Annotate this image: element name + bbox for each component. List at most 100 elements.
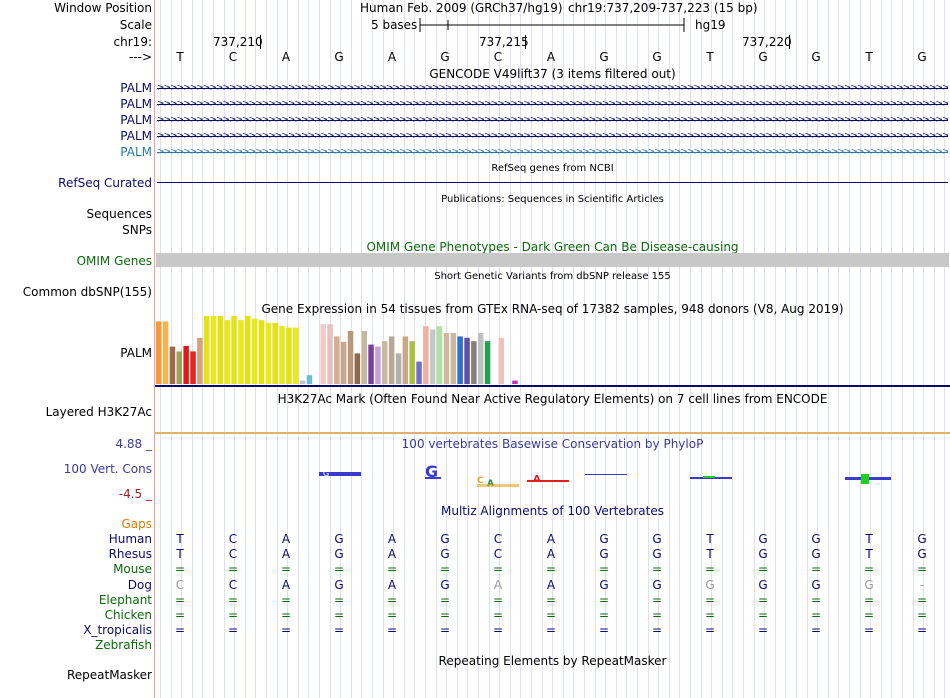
gtex-tissue-bar[interactable] — [477, 333, 484, 384]
omim-label[interactable]: OMIM Genes — [77, 254, 152, 268]
gtex-tissue-bar[interactable] — [347, 331, 354, 384]
gtex-track-title[interactable]: Gene Expression in 54 tissues from GTEx … — [155, 302, 950, 316]
gtex-tissue-bar[interactable] — [457, 336, 463, 384]
refseq-gene-line[interactable] — [157, 182, 948, 183]
gtex-tissue-bar[interactable] — [409, 341, 415, 384]
gtex-tissue-bar[interactable] — [224, 320, 231, 384]
gtex-bar-chart[interactable] — [155, 316, 950, 388]
gtex-tissue-bar[interactable] — [299, 380, 306, 384]
gtex-tissue-bar[interactable] — [162, 321, 169, 384]
species-label[interactable]: Zebrafish — [95, 638, 152, 652]
gtex-tissue-bar[interactable] — [231, 316, 237, 384]
species-label[interactable]: Human — [109, 532, 152, 546]
alignment-base: = — [810, 562, 822, 577]
gtex-tissue-bar[interactable] — [368, 344, 374, 384]
species-label[interactable]: Chicken — [105, 608, 152, 622]
gencode-track-title[interactable]: GENCODE V49lift37 (3 items filtered out) — [155, 67, 950, 81]
gtex-tissue-bar[interactable] — [334, 336, 340, 384]
omim-track-title[interactable]: OMIM Gene Phenotypes - Dark Green Can Be… — [155, 240, 950, 254]
gtex-tissue-bar[interactable] — [464, 337, 470, 384]
repeatmasker-label[interactable]: RepeatMasker — [67, 668, 152, 682]
alignment-base: = — [545, 623, 557, 638]
dbsnp-label[interactable]: Common dbSNP(155) — [23, 285, 152, 299]
gtex-tissue-bar[interactable] — [416, 361, 422, 384]
tick-label-1: 737,210 — [213, 35, 263, 49]
gtex-tissue-bar[interactable] — [402, 336, 409, 384]
gtex-tissue-bar[interactable] — [203, 316, 210, 384]
phylop-track-title[interactable]: 100 vertebrates Basewise Conservation by… — [155, 437, 950, 451]
gtex-tissue-bar[interactable] — [382, 341, 388, 384]
gtex-tissue-bar[interactable] — [498, 337, 505, 384]
position-readout[interactable]: chr19:737,209-737,223 (15 bp) — [568, 1, 758, 15]
gencode-transcript-label[interactable]: PALM — [120, 129, 152, 143]
gtex-tissue-bar[interactable] — [217, 316, 224, 384]
gtex-tissue-bar[interactable] — [340, 341, 347, 384]
omim-gene-bar[interactable] — [156, 253, 949, 267]
refseq-track-title[interactable]: RefSeq genes from NCBI — [155, 162, 950, 176]
alignment-base: = — [280, 562, 292, 577]
species-label[interactable]: Mouse — [113, 562, 152, 576]
gtex-tissue-bar[interactable] — [176, 351, 183, 384]
gtex-tissue-bar[interactable] — [190, 351, 196, 384]
gtex-tissue-bar[interactable] — [512, 380, 518, 384]
gtex-tissue-bar[interactable] — [388, 336, 395, 384]
gtex-tissue-bar[interactable] — [265, 322, 272, 384]
gtex-tissue-bar[interactable] — [430, 329, 436, 384]
strand-arrows: >>>>>>>>>>>>>>>>>>>>>>>>>>>>>>>>>>>>>>>>… — [157, 132, 948, 140]
gtex-tissue-bar[interactable] — [423, 326, 429, 384]
multiz-track-title[interactable]: Multiz Alignments of 100 Vertebrates — [155, 504, 950, 518]
species-label[interactable]: Dog — [128, 578, 152, 592]
gtex-tissue-bar[interactable] — [395, 353, 402, 384]
gtex-tissue-bar[interactable] — [450, 333, 457, 384]
gtex-tissue-bar[interactable] — [238, 320, 244, 384]
gtex-tissue-bar[interactable] — [361, 331, 368, 384]
gtex-tissue-bar[interactable] — [471, 341, 477, 384]
gtex-tissue-bar[interactable] — [327, 324, 333, 384]
gtex-tissue-bar[interactable] — [484, 341, 491, 384]
gtex-tissue-bar[interactable] — [156, 321, 162, 384]
gtex-label[interactable]: PALM — [120, 346, 152, 360]
gtex-tissue-bar[interactable] — [279, 326, 285, 384]
gencode-transcript-label[interactable]: PALM — [120, 145, 152, 159]
refseq-label[interactable]: RefSeq Curated — [58, 176, 152, 190]
gtex-tissue-bar[interactable] — [258, 320, 265, 384]
gtex-tissue-bar[interactable] — [375, 346, 381, 384]
alignment-base: = — [651, 608, 663, 622]
gtex-tissue-bar[interactable] — [306, 375, 313, 384]
gencode-transcript-label[interactable]: PALM — [120, 81, 152, 95]
gtex-tissue-bar[interactable] — [210, 316, 217, 384]
gtex-tissue-bar[interactable] — [436, 326, 443, 384]
species-label[interactable]: X_tropicalis — [83, 623, 152, 637]
gtex-tissue-bar[interactable] — [443, 333, 450, 384]
dbsnp-track-title[interactable]: Short Genetic Variants from dbSNP releas… — [155, 270, 950, 284]
gtex-tissue-bar[interactable] — [272, 322, 278, 384]
alignment-base: = — [280, 608, 292, 622]
species-label[interactable]: Rhesus — [109, 547, 152, 561]
gtex-tissue-bar[interactable] — [320, 324, 326, 384]
alignment-base: = — [333, 562, 345, 577]
species-label[interactable]: Elephant — [99, 593, 152, 607]
alignment-base: = — [704, 623, 716, 638]
gencode-transcript-label[interactable]: PALM — [120, 97, 152, 111]
gtex-tissue-bar[interactable] — [169, 346, 176, 384]
sequences-label[interactable]: Sequences — [87, 207, 152, 221]
gtex-tissue-bar[interactable] — [251, 318, 258, 384]
reference-base: A — [387, 50, 397, 64]
gtex-tissue-bar[interactable] — [183, 345, 189, 384]
publications-track-title[interactable]: Publications: Sequences in Scientific Ar… — [155, 193, 950, 207]
gtex-tissue-bar[interactable] — [245, 316, 251, 384]
alignment-base: = — [280, 623, 292, 638]
h3k27ac-label[interactable]: Layered H3K27Ac — [46, 405, 152, 419]
alignment-base: G — [811, 532, 821, 546]
gtex-tissue-bar[interactable] — [197, 337, 203, 384]
assembly-name: Human Feb. 2009 (GRCh37/hg19) — [360, 1, 563, 15]
gtex-tissue-bar[interactable] — [354, 353, 361, 384]
gtex-tissue-bar[interactable] — [293, 327, 299, 384]
snps-label[interactable]: SNPs — [122, 223, 152, 237]
phylop-label[interactable]: 100 Vert. Cons — [64, 462, 152, 476]
alignment-base: = — [492, 623, 504, 638]
gencode-transcript-label[interactable]: PALM — [120, 113, 152, 127]
repeatmasker-track-title[interactable]: Repeating Elements by RepeatMasker — [155, 654, 950, 668]
h3k27ac-track-title[interactable]: H3K27Ac Mark (Often Found Near Active Re… — [155, 392, 950, 406]
gtex-tissue-bar[interactable] — [286, 327, 292, 384]
